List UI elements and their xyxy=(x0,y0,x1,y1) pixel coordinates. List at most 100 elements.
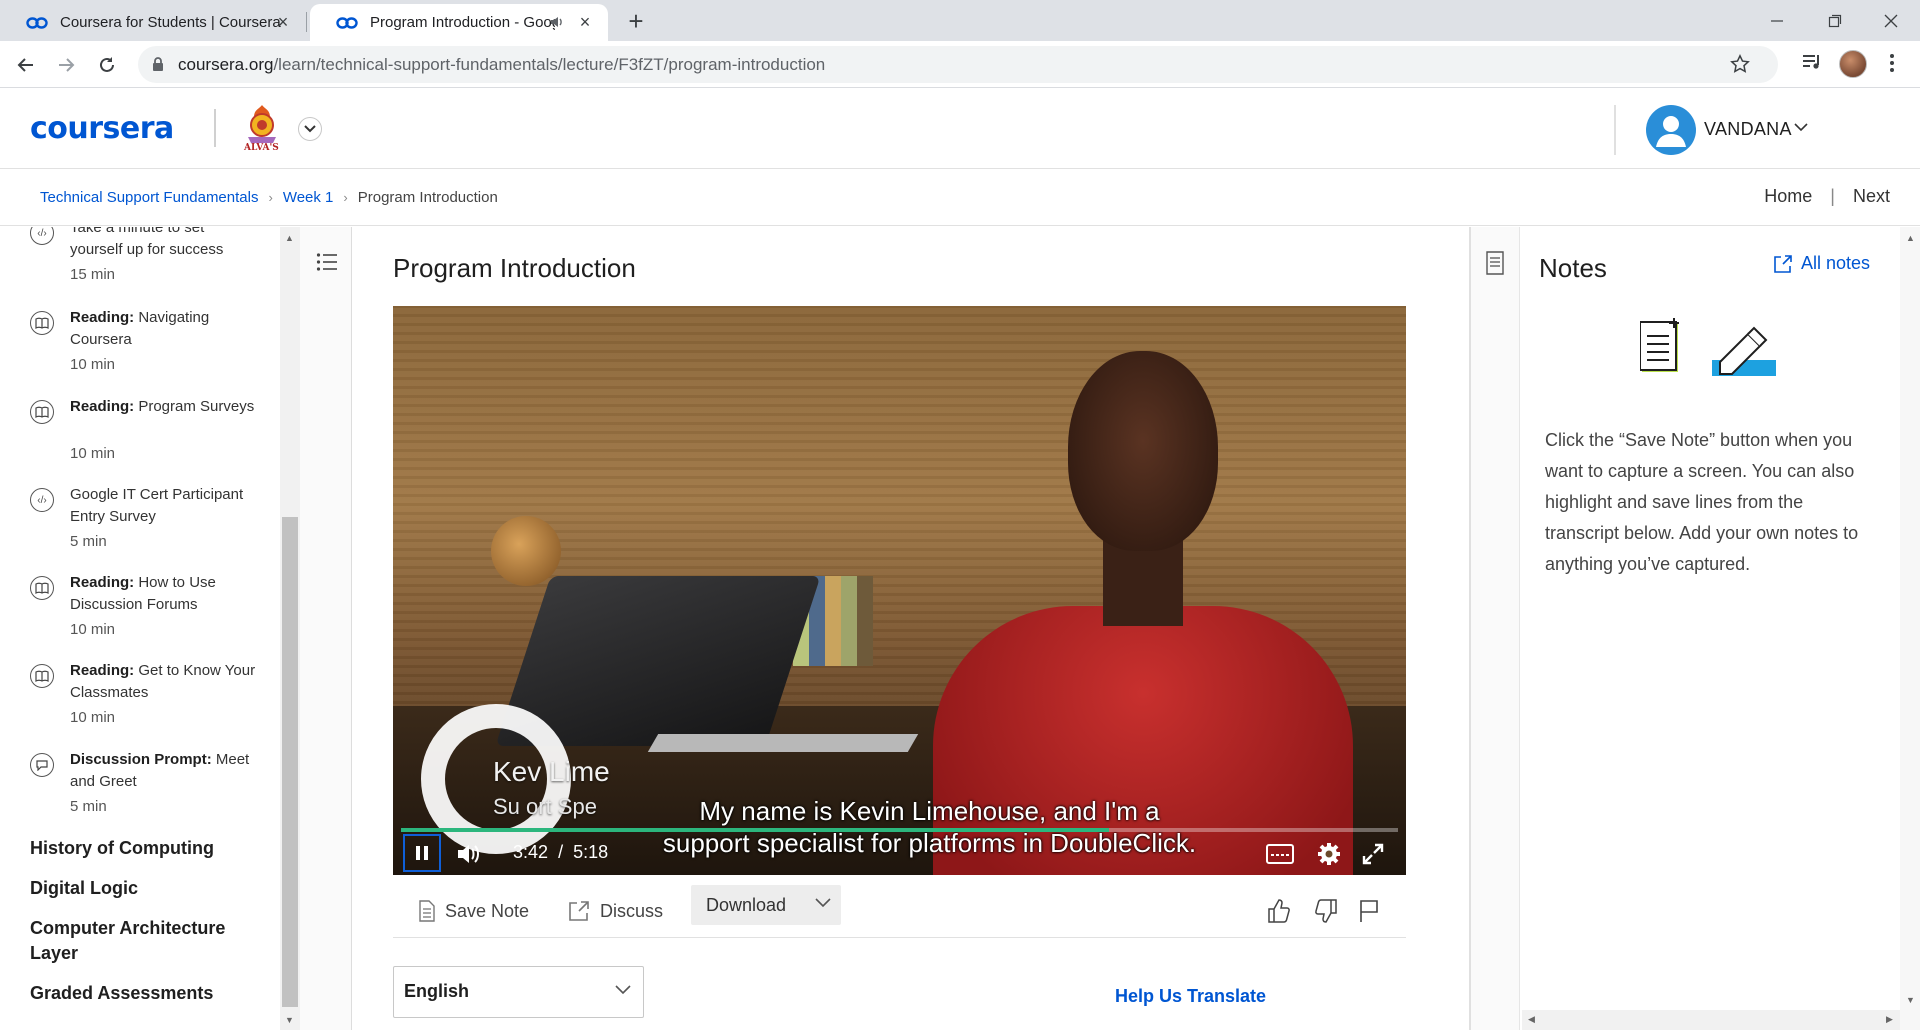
scroll-left-arrow-icon[interactable]: ◀ xyxy=(1528,1014,1535,1025)
browser-menu-icon[interactable] xyxy=(1889,53,1895,73)
notes-panel-icon[interactable] xyxy=(1485,251,1505,275)
discuss-label: Discuss xyxy=(600,900,664,921)
syllabus-item[interactable]: Reading: Program Surveys 10 min xyxy=(0,396,270,466)
breadcrumb-chevron-icon: › xyxy=(343,190,348,205)
code-icon: ‹/› xyxy=(30,227,54,245)
book-icon xyxy=(30,311,54,335)
alvas-org-logo[interactable]: ALVA'S xyxy=(240,103,284,155)
syllabus-item[interactable]: Discussion Prompt: Meet and Greet 5 min xyxy=(0,749,270,819)
syllabus-item-title: Discussion Prompt: Meet and Greet xyxy=(70,751,250,790)
scrollbar-thumb[interactable] xyxy=(282,517,298,1007)
language-select[interactable]: English xyxy=(393,966,644,1018)
breadcrumb-bar: Technical Support Fundamentals › Week 1 … xyxy=(0,170,1920,226)
lesson-nav: Home | Next xyxy=(1764,186,1890,207)
thumbs-up-icon xyxy=(1268,899,1290,923)
discuss-button[interactable]: Discuss xyxy=(568,892,663,930)
notes-illustration xyxy=(1640,318,1780,378)
media-control-icon[interactable] xyxy=(1800,50,1824,74)
nav-divider: | xyxy=(1830,186,1835,206)
book-icon xyxy=(30,400,54,424)
dislike-button[interactable] xyxy=(1312,896,1340,926)
syllabus-section-history-of-computing[interactable]: History of Computing xyxy=(30,836,260,861)
browser-toolbar: coursera.org/learn/technical-support-fun… xyxy=(0,41,1920,88)
syllabus-section-digital-logic[interactable]: Digital Logic xyxy=(30,876,260,901)
chevron-down-icon xyxy=(615,985,631,995)
syllabus-item[interactable]: Reading: How to Use Discussion Forums 10… xyxy=(0,572,270,642)
settings-gear-icon[interactable] xyxy=(1315,840,1343,868)
tab-title: Coursera for Students | Coursera xyxy=(60,14,281,31)
forward-button[interactable] xyxy=(52,51,80,79)
chat-icon xyxy=(30,753,54,777)
coursera-logo[interactable]: coursera xyxy=(30,111,174,146)
tab-title: Program Introduction - Google IT Support xyxy=(370,14,555,31)
thumbs-down-icon xyxy=(1315,899,1337,923)
like-button[interactable] xyxy=(1265,896,1293,926)
syllabus-section-graded-assessments[interactable]: Graded Assessments xyxy=(30,981,260,1006)
save-note-button[interactable]: Save Note xyxy=(417,892,529,930)
lock-icon[interactable] xyxy=(152,56,164,72)
video-time: 3:42 / 5:18 xyxy=(513,842,608,863)
video-globe xyxy=(491,516,561,586)
current-time: 3:42 xyxy=(513,842,549,862)
syllabus-item-duration: 10 min xyxy=(70,709,116,726)
syllabus-item-title: Reading: How to Use Discussion Forums xyxy=(70,574,216,613)
syllabus-section-computer-architecture-layer[interactable]: Computer Architecture Layer xyxy=(30,916,260,966)
help-us-translate-link[interactable]: Help Us Translate xyxy=(1115,986,1266,1007)
next-link[interactable]: Next xyxy=(1853,186,1890,207)
maximize-window-button[interactable] xyxy=(1806,0,1864,41)
video-presenter-head xyxy=(1068,351,1218,551)
coursera-favicon-icon xyxy=(26,16,48,30)
bookmark-star-icon[interactable] xyxy=(1730,54,1750,74)
lecture-actions-bar: Save Note Discuss Download xyxy=(393,884,1406,938)
scroll-down-arrow-icon[interactable]: ▼ xyxy=(1906,995,1915,1005)
home-link[interactable]: Home xyxy=(1764,186,1812,207)
download-dropdown[interactable]: Download xyxy=(691,885,841,925)
syllabus-item[interactable]: ‹/› Take a minute to set yourself up for… xyxy=(0,227,270,287)
breadcrumb-course-link[interactable]: Technical Support Fundamentals xyxy=(40,189,258,206)
address-bar[interactable]: coursera.org/learn/technical-support-fun… xyxy=(138,46,1778,83)
user-menu-chevron-icon[interactable] xyxy=(1794,122,1808,132)
close-tab-icon[interactable]: × xyxy=(576,13,594,31)
report-flag-button[interactable] xyxy=(1355,896,1383,926)
scroll-down-arrow-icon[interactable]: ▼ xyxy=(285,1015,294,1025)
new-tab-button[interactable]: + xyxy=(622,7,650,35)
user-name[interactable]: VANDANA xyxy=(1704,119,1792,140)
browser-tab-program-introduction[interactable]: Program Introduction - Google IT Support… xyxy=(310,4,608,41)
back-button[interactable] xyxy=(12,51,40,79)
all-notes-link[interactable]: All notes xyxy=(1773,253,1870,274)
syllabus-item[interactable]: Reading: Get to Know Your Classmates 10 … xyxy=(0,660,270,730)
user-avatar-icon[interactable] xyxy=(1646,105,1696,155)
scroll-right-arrow-icon[interactable]: ▶ xyxy=(1886,1014,1893,1025)
video-laptop xyxy=(495,576,821,746)
syllabus-item[interactable]: Reading: Navigating Coursera 10 min xyxy=(0,307,270,377)
syllabus-item[interactable]: ‹/› Google IT Cert Participant Entry Sur… xyxy=(0,484,270,554)
scroll-up-arrow-icon[interactable]: ▲ xyxy=(285,233,294,243)
syllabus-list-icon[interactable] xyxy=(310,245,344,279)
close-tab-icon[interactable]: × xyxy=(274,13,292,31)
minimize-window-button[interactable] xyxy=(1748,0,1806,41)
notes-scrollbar[interactable]: ▲ ▼ xyxy=(1900,227,1920,1030)
breadcrumb-week-link[interactable]: Week 1 xyxy=(283,189,334,206)
audio-playing-icon[interactable] xyxy=(550,15,564,29)
volume-icon[interactable] xyxy=(455,840,483,868)
close-window-button[interactable] xyxy=(1862,0,1920,41)
notes-horizontal-scrollbar[interactable]: ◀ ▶ xyxy=(1522,1010,1900,1030)
captions-icon[interactable] xyxy=(1266,840,1294,868)
scroll-up-arrow-icon[interactable]: ▲ xyxy=(1906,233,1915,243)
pause-button[interactable] xyxy=(403,834,441,872)
video-lower-third-name: Kev Lime xyxy=(493,756,610,787)
video-player[interactable]: Kev Lime Su ort Spe My name is Kevin Lim… xyxy=(393,306,1406,875)
time-separator: / xyxy=(558,842,564,862)
org-switcher-chevron-icon[interactable] xyxy=(298,117,322,141)
fullscreen-icon[interactable] xyxy=(1359,840,1387,868)
syllabus-item-duration: 10 min xyxy=(70,621,116,638)
browser-tab-coursera-students[interactable]: Coursera for Students | Coursera × xyxy=(0,4,306,41)
flag-icon xyxy=(1360,900,1378,922)
tab-divider xyxy=(306,12,307,32)
reload-button[interactable] xyxy=(93,51,121,79)
save-note-label: Save Note xyxy=(445,900,530,921)
sidebar-scrollbar[interactable]: ▲ ▼ xyxy=(280,227,300,1030)
profile-avatar[interactable] xyxy=(1839,50,1867,78)
video-controls: 3:42 / 5:18 xyxy=(393,834,1406,875)
video-progress-bar[interactable] xyxy=(401,828,1398,832)
